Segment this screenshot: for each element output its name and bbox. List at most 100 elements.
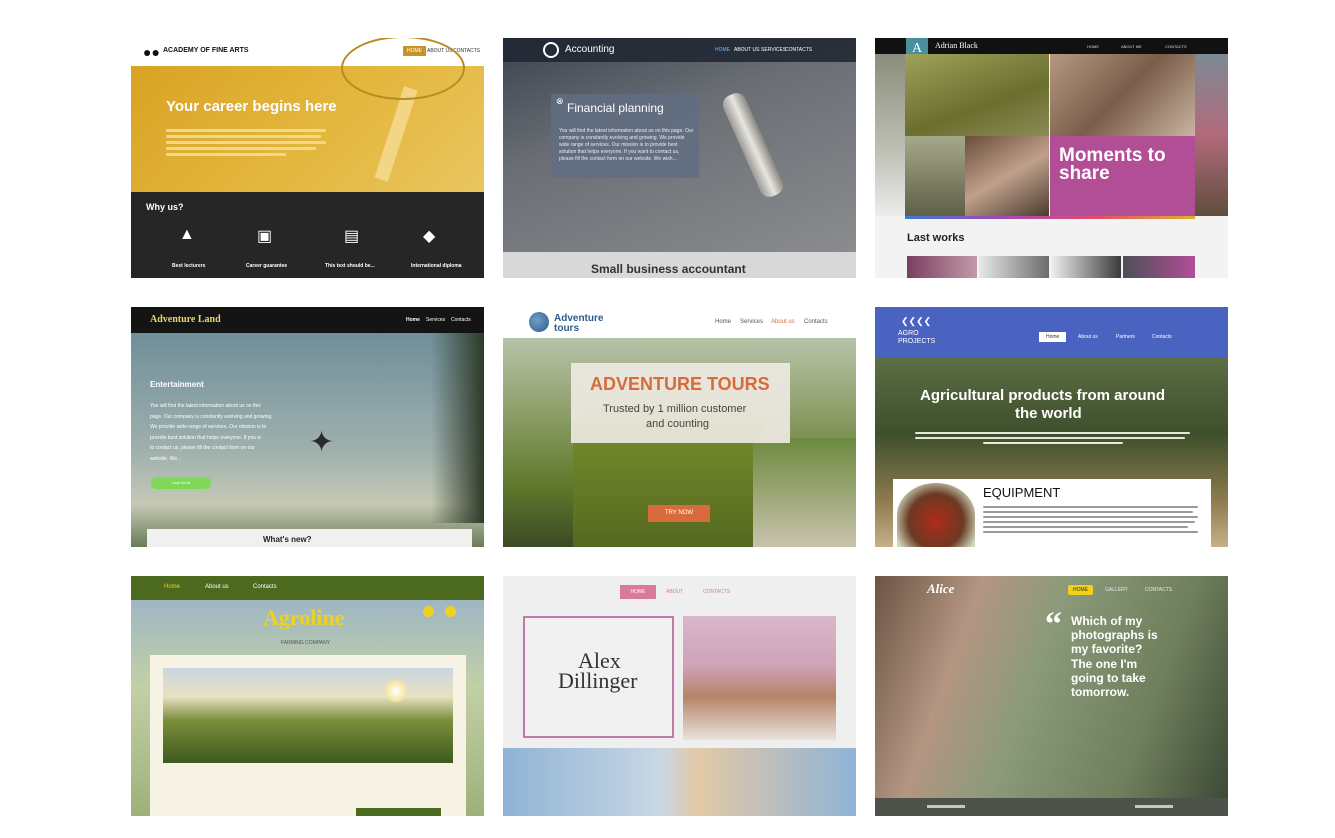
nav-item-home: HOME	[1087, 44, 1099, 49]
quote-text: Which of my photographs is my favorite? …	[1071, 614, 1158, 699]
template-card-accounting[interactable]: Accounting HOME ABOUT US SERVICES CONTAC…	[503, 38, 856, 278]
thumb	[907, 256, 977, 278]
logo-icon: ●●	[143, 44, 160, 60]
hero-text-lines	[166, 126, 326, 159]
nav-item-home: Home	[1039, 332, 1067, 342]
section-title: Why us?	[146, 202, 184, 212]
section-title: Last works	[907, 232, 965, 244]
body-line: provide best solution that helps everyon…	[150, 434, 261, 441]
nav-item-services: Services	[740, 319, 764, 325]
footer-title: Small business accountant	[591, 262, 746, 276]
tree-right	[431, 333, 484, 523]
twitter-icon	[445, 606, 456, 617]
feature-label: International diploma	[411, 263, 462, 269]
card-logo: Alice	[927, 581, 955, 596]
card-logo: Adventure Land	[150, 314, 221, 325]
quote-line: tomorrow.	[1071, 685, 1130, 700]
news-title: What's new?	[263, 535, 312, 544]
card-logo-line: AGRO	[898, 330, 919, 337]
card-nav: ❮❮❮❮ AGRO PROJECTS Home About us Partner…	[875, 307, 1228, 358]
headline-line: the world	[1015, 405, 1082, 422]
nav-item-about: ABOUT ME	[1121, 44, 1142, 49]
card-nav: HOME ABOUT CONTACTS	[503, 576, 856, 608]
bottom-ribbon	[356, 808, 441, 816]
card-nav: A Adrian Black HOME ABOUT ME CONTACTS	[875, 38, 1228, 68]
vineyard-photo	[163, 668, 453, 763]
footer-credit-mark	[1135, 805, 1173, 808]
quote-line: photographs is	[1071, 628, 1158, 643]
photo-side-right	[1195, 54, 1228, 216]
look-button: Look for it!	[151, 477, 211, 489]
nav-item-home: HOME	[1068, 585, 1093, 595]
tractor-photo	[897, 483, 975, 547]
subtitle-line: and counting	[646, 418, 709, 430]
card-nav: Accounting HOME ABOUT US SERVICES CONTAC…	[503, 38, 856, 62]
try-now-button: TRY NOW	[648, 505, 710, 522]
headline-line: share	[1059, 163, 1110, 184]
photo-side-left	[875, 54, 905, 216]
card-nav: Alice HOME GALLERY CONTACTS	[875, 576, 1228, 600]
nav-item-home: Home	[164, 584, 181, 590]
feature-label: Best lecturers	[172, 263, 206, 269]
quote-line: Which of my	[1071, 614, 1143, 628]
nav-item-home: HOME	[620, 585, 656, 599]
headline: ADVENTURE TOURS	[590, 374, 770, 394]
template-card-alice[interactable]: Alice HOME GALLERY CONTACTS “ Which of m…	[875, 576, 1228, 816]
body-line: You will find the latest information abo…	[150, 403, 261, 409]
lecturer-icon: ▲	[179, 226, 195, 243]
nav-item-home: Home	[715, 319, 732, 325]
quote-line: going to take	[1071, 670, 1146, 685]
template-card-agro-projects[interactable]: ❮❮❮❮ AGRO PROJECTS Home About us Partner…	[875, 307, 1228, 547]
quote-mark-icon: “	[1045, 606, 1062, 643]
card-logo: Agroline	[263, 605, 345, 630]
nav-item-about: ABOUT US	[734, 47, 760, 53]
nav-item-contacts: CONTACTS	[1145, 587, 1173, 593]
facebook-icon	[423, 606, 434, 617]
nav-item-about: About us	[1078, 334, 1098, 340]
headline-line: Agricultural products from around	[920, 387, 1166, 404]
nav-item-contacts: CONTACTS	[1165, 44, 1187, 49]
nav-item-gallery: GALLERY	[1105, 587, 1128, 593]
briefcase-icon: ▣	[257, 228, 273, 245]
intro-lines	[915, 429, 1190, 447]
nav-item-contacts: Contacts	[804, 319, 828, 325]
body-line: to contact us, please fill the contact f…	[150, 445, 255, 451]
template-card-adventure-tours[interactable]: Adventure tours Home Services About us C…	[503, 307, 856, 547]
nav-item-services: SERVICES	[761, 47, 787, 53]
close-icon: ⊗	[556, 96, 564, 106]
ground	[753, 438, 856, 547]
name-line: Dillinger	[558, 668, 638, 693]
portrait-photo	[683, 616, 836, 740]
nav-item-home: Home	[406, 317, 420, 323]
box-body: You will find the latest information abo…	[559, 128, 694, 162]
nav-item-contacts: CONTACTS	[703, 589, 731, 595]
card-nav: Home About us Contacts	[131, 576, 484, 600]
card-logo: Adrian Black	[935, 41, 978, 50]
body-lines: You will find the latest information abo…	[150, 401, 273, 464]
photo-woman-2	[965, 136, 1049, 216]
photo-reeds	[905, 136, 965, 216]
pencil-shape	[374, 86, 418, 182]
box-headline: Financial planning	[567, 101, 664, 115]
quote-line: my favorite?	[1071, 642, 1143, 657]
quote-line: The one I'm	[1071, 656, 1138, 671]
template-card-academy[interactable]: ●● ACADEMY OF FINE ARTS HOME ABOUT US CO…	[131, 38, 484, 278]
logo-arrows-icon: ❮❮❮❮	[901, 316, 932, 326]
nav-item-services: Services	[426, 317, 446, 323]
template-card-alex-dillinger[interactable]: HOME ABOUT CONTACTS Alex Dillinger	[503, 576, 856, 816]
logo-circle-icon	[543, 42, 559, 58]
template-card-adrian-black[interactable]: A Adrian Black HOME ABOUT ME CONTACTS Mo…	[875, 38, 1228, 278]
card-nav: Adventure tours Home Services About us C…	[503, 307, 856, 338]
jumper-figure: ✦	[309, 426, 335, 459]
template-card-adventure-land[interactable]: Adventure Land Home Services Contacts ✦ …	[131, 307, 484, 547]
card-nav: Adventure Land Home Services Contacts	[131, 307, 484, 333]
lens-shape	[341, 38, 465, 100]
equipment-lines	[983, 503, 1198, 536]
feature-label: Career guarantee	[246, 263, 288, 269]
template-card-agroline[interactable]: Home About us Contacts Agroline FARMING …	[131, 576, 484, 816]
card-logo-line: tours	[554, 323, 579, 334]
nav-item-contacts: Contacts	[253, 584, 277, 590]
photo-woman-1	[1050, 54, 1195, 136]
thumb	[1123, 256, 1195, 278]
nav-item-about: About us	[205, 584, 229, 590]
